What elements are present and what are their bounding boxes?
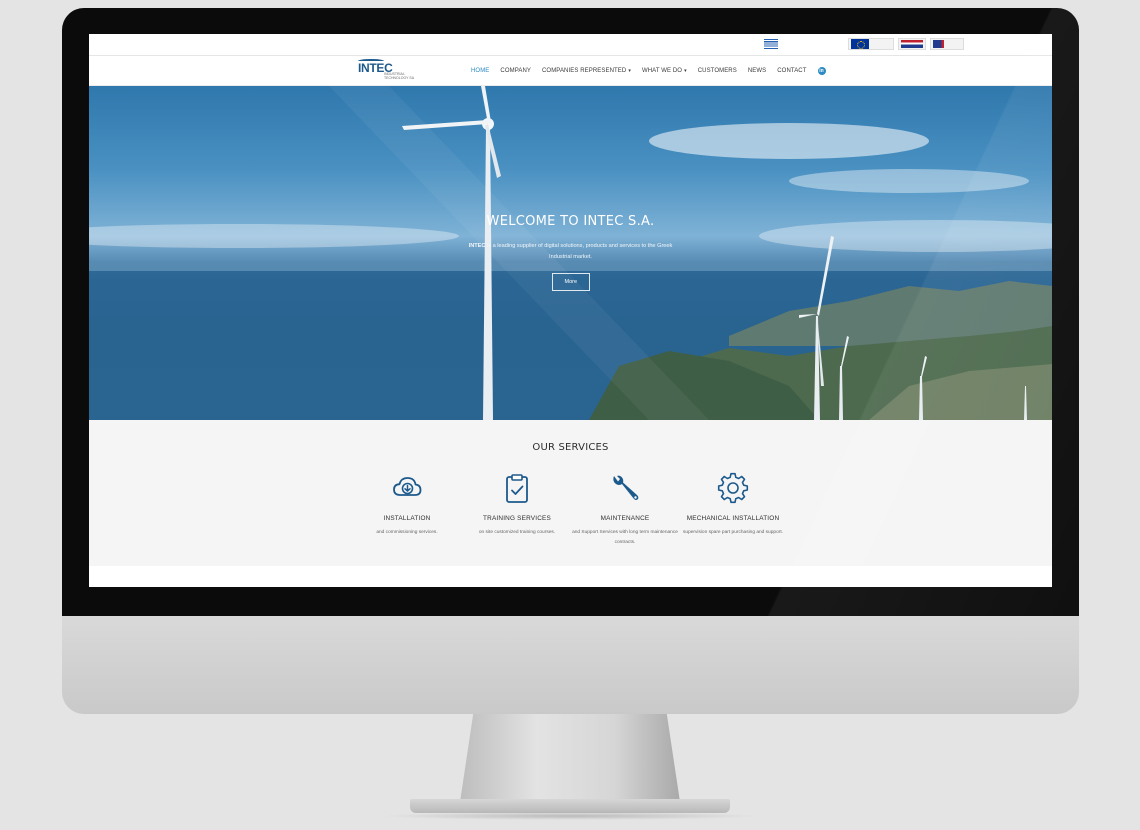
top-bar [89, 34, 1052, 56]
linkedin-icon[interactable]: in [817, 67, 826, 75]
service-description: on site customized training courses. [478, 530, 556, 535]
hero-banner: WELCOME TO INTEC S.A. INTEC is a leading… [89, 86, 1052, 420]
epanek-logo [898, 38, 926, 50]
nav-label: COMPANY [500, 68, 531, 74]
nav-item-what-we-do[interactable]: WHAT WE DO ▾ [642, 68, 687, 74]
espa-logo [930, 38, 964, 50]
stand-shadow [380, 812, 760, 820]
chevron-down-icon: ▾ [628, 68, 631, 74]
service-title: MAINTENANCE [600, 515, 650, 522]
nav-menu: HOME COMPANY COMPANIES REPRESENTED ▾ WHAT… [471, 67, 826, 75]
hero-brand: INTEC [468, 243, 486, 249]
logo-sub-line2: TECHNOLOGY SA [384, 76, 415, 80]
nav-label: WHAT WE DO [641, 68, 683, 74]
service-description: and Support Services with long term main… [572, 530, 678, 545]
main-navbar: INTEC INDUSTRIAL TECHNOLOGY SA HOME COMP… [89, 56, 1052, 86]
intec-logo[interactable]: INTEC INDUSTRIAL TECHNOLOGY SA [358, 59, 420, 83]
gear-icon [717, 472, 749, 504]
nav-item-customers[interactable]: CUSTOMERS [698, 68, 737, 74]
service-training[interactable]: TRAINING SERVICES on site customized tra… [462, 472, 572, 538]
monitor-chin [62, 616, 1079, 714]
eu-funding-logos [848, 38, 964, 50]
nav-item-home[interactable]: HOME [471, 68, 489, 74]
greek-flag-icon[interactable] [764, 39, 778, 49]
services-section: OUR SERVICES INSTALLATION and commission… [89, 420, 1052, 566]
service-description: and commissioning services. [376, 530, 438, 535]
service-installation[interactable]: INSTALLATION and commissioning services. [352, 472, 462, 538]
nav-label: COMPANIES REPRESENTED [542, 68, 627, 74]
nav-label: HOME [471, 68, 490, 74]
hero-text: is a leading supplier of digital solutio… [485, 243, 673, 260]
service-title: MECHANICAL INSTALLATION [686, 515, 780, 522]
service-maintenance[interactable]: MAINTENANCE and Support Services with lo… [570, 472, 680, 547]
service-title: INSTALLATION [383, 515, 431, 522]
service-title: TRAINING SERVICES [483, 515, 551, 522]
nav-item-company[interactable]: COMPANY [500, 68, 531, 74]
epanek-stripes [901, 40, 923, 48]
hero-description: INTEC is a leading supplier of digital s… [466, 241, 676, 263]
nav-item-companies-represented[interactable]: COMPANIES REPRESENTED ▾ [542, 68, 631, 74]
monitor-stand-base [410, 799, 730, 813]
nav-label: NEWS [747, 68, 767, 74]
service-description: supervision spare part purchasing and su… [683, 530, 783, 535]
browser-viewport: INTEC INDUSTRIAL TECHNOLOGY SA HOME COMP… [89, 34, 1052, 587]
eu-flag-icon [851, 39, 869, 49]
nav-item-contact[interactable]: CONTACT [777, 68, 806, 74]
espa-stripes [933, 40, 961, 48]
page-bottom [89, 566, 1052, 586]
nav-label: CUSTOMERS [697, 68, 737, 74]
service-mechanical-installation[interactable]: MECHANICAL INSTALLATION supervision spar… [678, 472, 788, 538]
eu-flag-logo [848, 38, 894, 50]
chevron-down-icon: ▾ [684, 68, 687, 74]
more-button[interactable]: More [551, 273, 590, 291]
clipboard-check-icon [506, 474, 528, 503]
nav-label: CONTACT [777, 68, 807, 74]
hero-title: WELCOME TO INTEC S.A. [486, 214, 655, 229]
wrench-icon [613, 475, 639, 500]
services-title: OUR SERVICES [532, 442, 609, 453]
hero-content: WELCOME TO INTEC S.A. INTEC is a leading… [89, 214, 1052, 291]
nav-item-news[interactable]: NEWS [748, 68, 766, 74]
cloud-download-icon [393, 477, 422, 496]
monitor-bezel: INTEC INDUSTRIAL TECHNOLOGY SA HOME COMP… [62, 8, 1079, 616]
logo-subtitle: INDUSTRIAL TECHNOLOGY SA [384, 72, 420, 80]
monitor-stand [460, 714, 680, 802]
